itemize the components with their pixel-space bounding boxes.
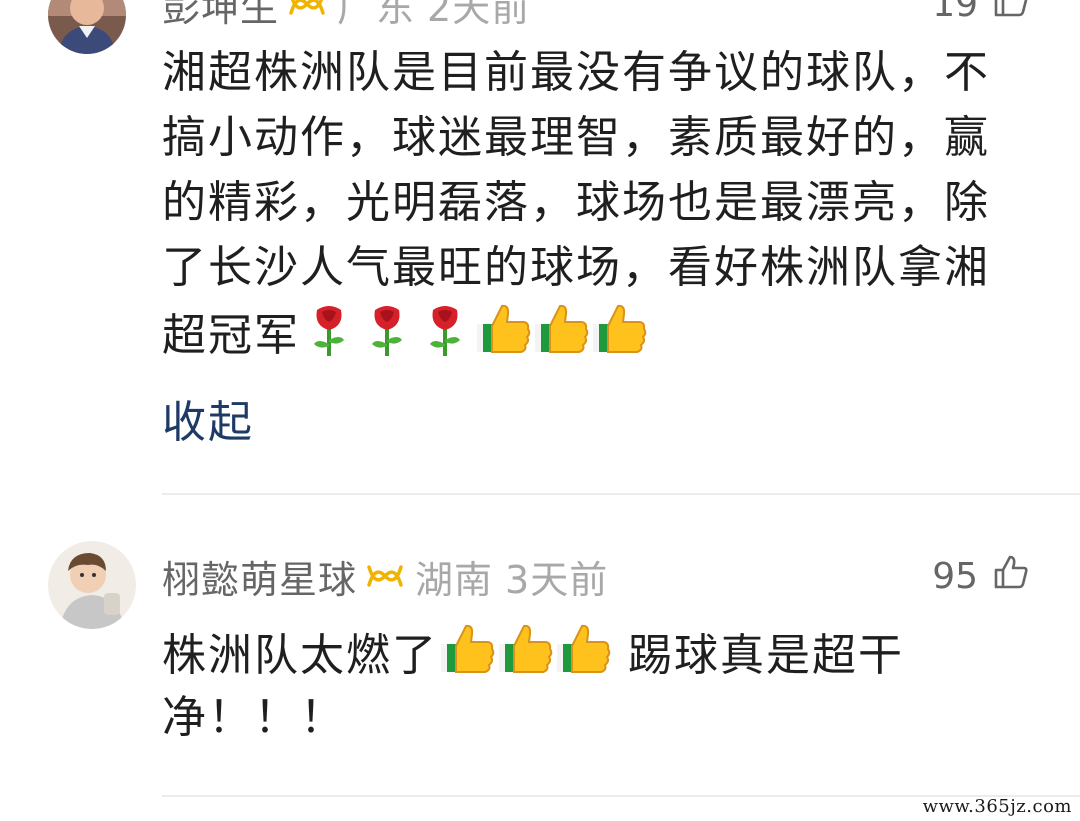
comment-location: 湖南 [415,557,494,602]
user-avatar[interactable] [48,541,136,629]
vip-badge-icon [287,0,327,26]
thumbs-up-emoji-icon [590,300,648,358]
collapse-button[interactable]: 收起 [162,386,254,450]
comment-time: 3天前 [505,557,609,602]
like-button[interactable]: 95 [932,550,1030,602]
thumbs-up-emoji-icon [474,300,532,358]
thumbs-up-emoji-icon [532,300,590,358]
rose-emoji-icon [416,300,474,358]
thumbs-up-emoji-icon [554,620,612,678]
comment-text: 湘超株洲队是目前最没有争议的球队，不 搞小动作，球迷最理智，素质最好的，赢 的精… [162,40,1042,365]
man-portrait-avatar-icon [48,0,126,54]
thumbs-up-emoji-icon [438,620,496,678]
divider [162,493,1080,495]
like-button[interactable]: 19 [932,0,1030,30]
comment-text-segment: 株洲队太燃了 [162,630,438,681]
username[interactable]: 彭坤生 [162,0,279,32]
like-count: 19 [932,0,978,25]
comment-text-line: 搞小动作，球迷最理智，素质最好的，赢 [162,112,990,163]
comment-text-line: 湘超株洲队是目前最没有争议的球队，不 [162,47,990,98]
comment-text-line: 了长沙人气最旺的球场，看好株洲队拿湘 [162,242,990,293]
rose-emoji-icon [358,300,416,358]
comment-text-segment: 超冠军 [162,310,300,361]
child-portrait-avatar-icon [48,541,136,629]
vip-badge-icon [365,554,405,598]
comment-text-line: 的精彩，光明磊落，球场也是最漂亮，除 [162,177,990,228]
comment-text-line: 超冠军 [162,300,1042,365]
thumbs-up-emoji-icon [496,620,554,678]
comment-text: 株洲队太燃了 踢球真是超干 净！！！ [162,620,1042,750]
comment-location: 广东 [337,0,416,30]
comment-meta: 彭坤生 广东 2天前 [162,0,530,30]
comment-text-line: 净！！！ [162,692,346,743]
thumbs-up-outline-icon [992,0,1030,28]
user-avatar[interactable] [48,0,126,54]
thumbs-up-outline-icon [992,553,1030,600]
rose-emoji-icon [300,300,358,358]
comment-text-line: 株洲队太燃了 踢球真是超干 [162,620,1042,685]
like-count: 95 [932,555,978,597]
comment-text-segment: 踢球真是超干 [612,630,904,681]
watermark: www.365jz.com [922,796,1072,817]
comment-time: 2天前 [427,0,531,30]
username[interactable]: 栩懿萌星球 [162,549,357,604]
comment-meta: 栩懿萌星球 湖南 3天前 [162,550,608,602]
